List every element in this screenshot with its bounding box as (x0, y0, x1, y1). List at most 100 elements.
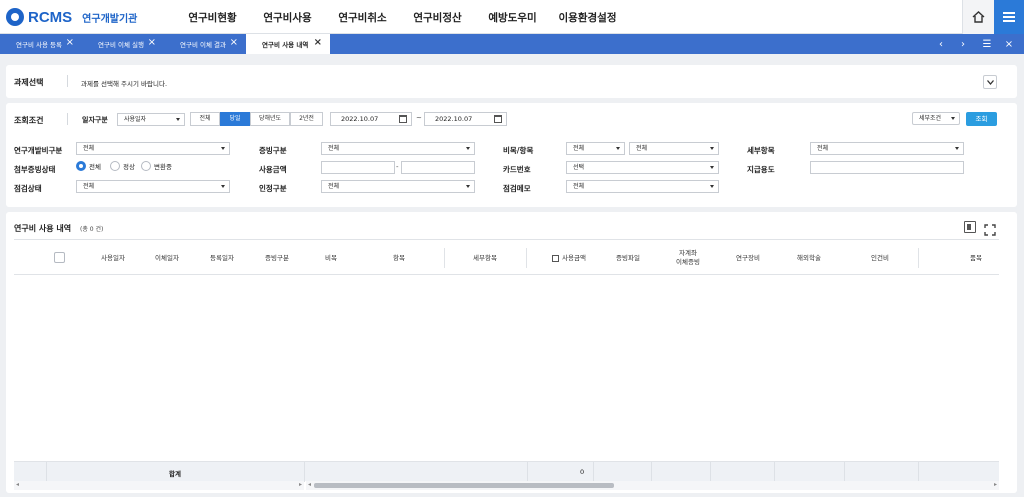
date-type-label: 일자구분 (82, 116, 108, 124)
col-amount-label: 사용금액 (562, 253, 586, 262)
detail-condition-select[interactable]: 세부조건 (912, 112, 960, 125)
check-status-select[interactable]: 전체 (76, 180, 230, 193)
scroll-left-icon[interactable]: ◂ (16, 481, 19, 488)
tab-transfer-result[interactable]: 연구비 이체 결과 × (164, 34, 246, 54)
tab-usage-register[interactable]: 연구비 사용 등록 × (0, 34, 82, 54)
amount-separator: - (396, 163, 399, 171)
check-status-label: 점검상태 (14, 184, 42, 193)
nav-item[interactable]: 연구비정산 (400, 10, 475, 25)
nav-item[interactable]: 이용환경설정 (550, 10, 625, 25)
col-category[interactable]: 비목 (306, 240, 356, 276)
total-label: 합계 (169, 470, 181, 478)
tab-bar: 연구비 사용 등록 × 연구비 이체 실행 × 연구비 이체 결과 × 연구비 사용 … (0, 34, 1024, 54)
col-divider (918, 248, 919, 268)
col-transfer-date[interactable]: 이체일자 (142, 240, 192, 276)
cert-type-select[interactable]: 전체 (321, 180, 475, 193)
col-sub-item[interactable]: 세부항목 (455, 240, 515, 276)
card-number-label: 카드번호 (503, 165, 531, 174)
scroll-right-icon[interactable]: ▸ (994, 481, 997, 488)
col-evidence-file[interactable]: 증빙파일 (602, 240, 654, 276)
date-type-select[interactable]: 사용일자 (117, 113, 185, 126)
attach-radio-all[interactable]: 전체 (76, 161, 101, 171)
check-memo-label: 점검메모 (503, 184, 531, 193)
left-scrollbar[interactable]: ◂ ▸ (14, 481, 304, 490)
amount-label: 사용금액 (259, 165, 287, 174)
tab-prev-button[interactable]: ‹ (930, 34, 952, 54)
home-button[interactable] (962, 0, 994, 34)
range-2years-button[interactable]: 2년전 (290, 112, 323, 126)
col-personnel[interactable]: 인건비 (854, 240, 906, 276)
attach-radio-normal[interactable]: 정상 (110, 161, 135, 171)
check-memo-select[interactable]: 전체 (566, 180, 719, 193)
divider (67, 75, 68, 87)
range-today-button[interactable]: 당일 (220, 112, 250, 126)
brand-name: RCMS (28, 8, 73, 26)
cell-divider (774, 462, 775, 482)
fullscreen-icon[interactable] (984, 221, 996, 236)
calendar-icon[interactable] (494, 115, 502, 123)
purpose-input[interactable] (810, 161, 964, 174)
tab-list-button[interactable]: ☰ (976, 34, 998, 54)
amount-from-input[interactable] (321, 161, 395, 174)
amount-to-input[interactable] (401, 161, 475, 174)
calculator-icon (552, 254, 560, 262)
tab-close-all-button[interactable]: × (998, 34, 1020, 54)
results-title: 연구비 사용 내역 (14, 224, 72, 233)
date-tilde: ~ (416, 114, 422, 122)
grid-total-row: 합계 0 (14, 461, 999, 482)
logo[interactable]: RCMS 연구개발기관 (6, 8, 137, 26)
close-icon[interactable]: × (314, 38, 322, 48)
nav-item[interactable]: 연구비사용 (250, 10, 325, 25)
attach-radio-converting[interactable]: 변환중 (141, 161, 172, 171)
calendar-icon[interactable] (399, 115, 407, 123)
nav-item[interactable]: 예방도우미 (475, 10, 550, 25)
right-scrollbar[interactable]: ◂ ▸ (306, 481, 999, 490)
card-number-select[interactable]: 선택 (566, 161, 719, 174)
nav-item[interactable]: 연구비현황 (175, 10, 250, 25)
rd-type-select[interactable]: 전체 (76, 142, 230, 155)
date-to-input[interactable]: 2022.10.07 (424, 112, 507, 126)
col-register-date[interactable]: 등록일자 (197, 240, 247, 276)
tab-next-button[interactable]: › (952, 34, 974, 54)
col-sub-account-proof[interactable]: 자계좌 이체증빙 (662, 240, 714, 276)
range-year-button[interactable]: 당해년도 (250, 112, 290, 126)
col-equipment[interactable]: 연구장비 (722, 240, 774, 276)
expand-button[interactable] (983, 75, 997, 89)
results-count: (총 0 건) (80, 226, 104, 233)
sub-item-label: 세부항목 (747, 146, 775, 155)
scroll-thumb[interactable] (314, 483, 614, 488)
nav-item[interactable]: 연구비취소 (325, 10, 400, 25)
col-evidence-type[interactable]: 증빙구분 (252, 240, 302, 276)
col-amount[interactable]: 사용금액 (540, 240, 598, 276)
scroll-left-icon[interactable]: ◂ (308, 481, 311, 488)
range-all-button[interactable]: 전체 (190, 112, 220, 126)
evidence-type-select[interactable]: 전체 (321, 142, 475, 155)
close-icon[interactable]: × (230, 38, 238, 48)
date-to-value: 2022.10.07 (435, 115, 473, 123)
cell-divider (527, 462, 528, 482)
close-icon[interactable]: × (66, 38, 74, 48)
select-all-checkbox[interactable] (54, 252, 65, 263)
excel-download-icon[interactable] (964, 221, 976, 233)
radio-label: 전체 (89, 163, 101, 171)
cell-divider (918, 462, 919, 482)
col-divider (526, 248, 527, 268)
close-icon[interactable]: × (148, 38, 156, 48)
sub-item-select[interactable]: 전체 (810, 142, 964, 155)
category-select[interactable]: 전체 (566, 142, 625, 155)
tab-transfer-exec[interactable]: 연구비 이체 실행 × (82, 34, 164, 54)
home-icon (972, 11, 985, 23)
grid-body (14, 275, 999, 461)
col-item[interactable]: 항목 (374, 240, 424, 276)
date-from-input[interactable]: 2022.10.07 (330, 112, 412, 126)
col-goods[interactable]: 품목 (950, 240, 1002, 276)
scroll-right-icon[interactable]: ▸ (299, 481, 302, 488)
item-select[interactable]: 전체 (629, 142, 719, 155)
search-button[interactable]: 조회 (966, 112, 997, 126)
col-overseas-academic[interactable]: 해외학술 (783, 240, 835, 276)
project-message: 과제를 선택해 주시기 바랍니다. (81, 80, 168, 88)
col-use-date[interactable]: 사용일자 (88, 240, 138, 276)
menu-button[interactable] (994, 0, 1024, 34)
tab-usage-history[interactable]: 연구비 사용 내역 × (246, 34, 330, 54)
expand-icon (984, 224, 996, 236)
